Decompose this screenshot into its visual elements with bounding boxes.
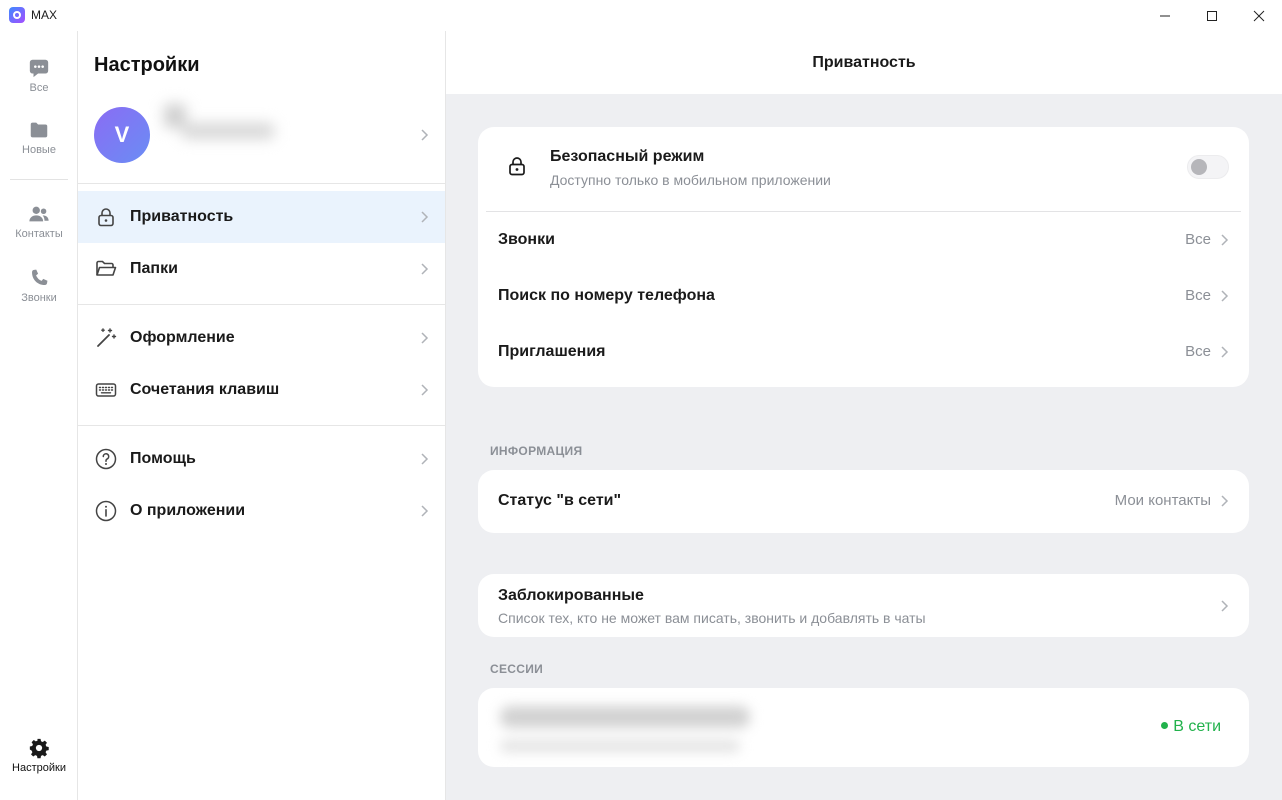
row-label: Приглашения: [498, 343, 606, 360]
window-controls: [1141, 0, 1282, 31]
row-value: Все: [1185, 343, 1211, 360]
chevron-right-icon: [1219, 345, 1229, 359]
chevron-right-icon: [419, 331, 429, 345]
menu-item-folders[interactable]: Папки: [78, 243, 445, 295]
divider: [78, 425, 445, 426]
minimize-icon: [1159, 15, 1170, 16]
close-icon: [1253, 10, 1264, 21]
rail-item-contacts[interactable]: Контакты: [0, 203, 78, 240]
nav-rail: Все Новые Контакты Звонки Настройки: [0, 31, 78, 800]
avatar: V: [94, 107, 150, 163]
menu-item-about[interactable]: О приложении: [78, 485, 445, 537]
profile-name-redacted: [164, 101, 276, 151]
chevron-right-icon: [1219, 494, 1229, 508]
online-status-row[interactable]: Статус "в сети" Мои контакты: [478, 470, 1249, 533]
section-title-sessions: СЕССИИ: [490, 662, 544, 676]
rail-item-new[interactable]: Новые: [0, 119, 78, 156]
invitations-privacy-row[interactable]: Приглашения Все: [478, 324, 1249, 380]
menu-item-label: Папки: [130, 260, 178, 277]
rail-item-label: Контакты: [15, 228, 63, 240]
rail-item-label: Настройки: [12, 762, 66, 774]
row-label: Статус "в сети": [498, 492, 622, 509]
chevron-right-icon: [419, 210, 429, 224]
menu-item-help[interactable]: Помощь: [78, 433, 445, 485]
chevron-right-icon: [1219, 233, 1229, 247]
settings-panel: Настройки V Приватность Папки Оформление: [78, 31, 446, 800]
settings-title: Настройки: [94, 54, 200, 76]
privacy-panel: Приватность Безопасный режим Доступно то…: [446, 31, 1282, 800]
online-dot-icon: [1161, 722, 1169, 730]
menu-item-label: Сочетания клавиш: [130, 381, 280, 398]
maximize-icon: [1206, 10, 1217, 21]
close-button[interactable]: [1235, 0, 1282, 31]
divider: [78, 304, 445, 305]
gear-icon: [29, 738, 49, 759]
rail-item-settings[interactable]: Настройки: [0, 737, 78, 774]
profile-row[interactable]: V: [78, 101, 445, 183]
phone-icon: [32, 269, 48, 285]
folder-open-icon: [94, 257, 118, 281]
safe-mode-toggle[interactable]: [1187, 155, 1229, 179]
safe-mode-subtitle: Доступно только в мобильном приложении: [550, 172, 831, 188]
row-value: Мои контакты: [1114, 492, 1211, 509]
session-status: В сети: [1161, 718, 1221, 736]
calls-privacy-row[interactable]: Звонки Все: [478, 212, 1249, 268]
magic-wand-icon: [94, 326, 118, 350]
chat-bubble-icon: [29, 59, 49, 78]
menu-item-label: Оформление: [130, 329, 235, 346]
safe-mode-title: Безопасный режим: [550, 148, 705, 165]
keyboard-icon: [94, 378, 118, 402]
section-title-info: ИНФОРМАЦИЯ: [490, 444, 583, 458]
menu-item-label: Помощь: [130, 450, 196, 467]
session-status-text: В сети: [1173, 718, 1221, 735]
title-bar: MAX: [0, 0, 1282, 31]
app-logo-icon: [9, 7, 25, 23]
folder-icon: [30, 122, 48, 138]
row-label: Поиск по номеру телефона: [498, 287, 715, 304]
divider: [78, 183, 445, 184]
contacts-icon: [29, 206, 49, 222]
rail-item-all[interactable]: Все: [0, 57, 78, 94]
rail-item-calls[interactable]: Звонки: [0, 267, 78, 304]
chevron-right-icon: [419, 128, 429, 142]
session-details-redacted: [490, 696, 760, 766]
rail-item-label: Новые: [22, 144, 56, 156]
row-label: Звонки: [498, 231, 555, 248]
chevron-right-icon: [419, 452, 429, 466]
rail-divider: [10, 179, 68, 180]
page-title: Приватность: [446, 31, 1282, 94]
safe-mode-row: Безопасный режим Доступно только в мобил…: [478, 127, 1249, 212]
session-card: В сети: [478, 688, 1249, 767]
row-value: Все: [1185, 231, 1211, 248]
row-subtitle: Список тех, кто не может вам писать, зво…: [498, 610, 926, 626]
chevron-right-icon: [1219, 599, 1229, 613]
phone-search-privacy-row[interactable]: Поиск по номеру телефона Все: [478, 268, 1249, 324]
rail-item-label: Звонки: [21, 292, 57, 304]
menu-item-shortcuts[interactable]: Сочетания клавиш: [78, 364, 445, 416]
menu-item-label: О приложении: [130, 502, 246, 519]
maximize-button[interactable]: [1188, 0, 1235, 31]
chevron-right-icon: [1219, 289, 1229, 303]
window-title: MAX: [31, 8, 58, 22]
privacy-card: Безопасный режим Доступно только в мобил…: [478, 127, 1249, 387]
chevron-right-icon: [419, 383, 429, 397]
blocked-card: Заблокированные Список тех, кто не может…: [478, 574, 1249, 637]
online-status-card: Статус "в сети" Мои контакты: [478, 470, 1249, 533]
chevron-right-icon: [419, 504, 429, 518]
minimize-button[interactable]: [1141, 0, 1188, 31]
menu-item-privacy[interactable]: Приватность: [78, 191, 445, 243]
chevron-right-icon: [419, 262, 429, 276]
rail-item-label: Все: [29, 82, 49, 94]
row-value: Все: [1185, 287, 1211, 304]
row-label: Заблокированные: [498, 587, 644, 604]
blocked-row[interactable]: Заблокированные Список тех, кто не может…: [478, 574, 1249, 637]
lock-icon: [506, 155, 528, 177]
info-icon: [94, 499, 118, 523]
menu-item-label: Приватность: [130, 208, 234, 225]
menu-item-appearance[interactable]: Оформление: [78, 312, 445, 364]
help-icon: [94, 447, 118, 471]
lock-icon: [94, 205, 118, 229]
